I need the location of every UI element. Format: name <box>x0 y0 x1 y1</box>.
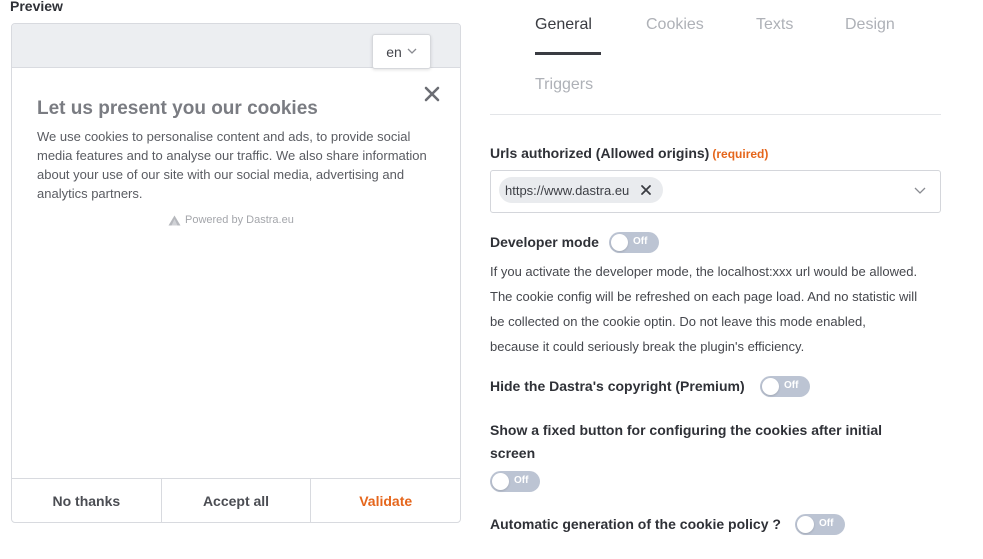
powered-by-label: Powered by Dastra.eu <box>185 214 294 226</box>
chevron-down-icon[interactable] <box>914 187 926 195</box>
toggle-state: Off <box>633 236 648 247</box>
developer-mode-label: Developer mode <box>490 234 599 250</box>
remove-url-icon[interactable] <box>639 183 653 197</box>
urls-multiselect[interactable]: https://www.dastra.eu <box>490 170 941 213</box>
url-chip-label: https://www.dastra.eu <box>505 182 630 198</box>
tab-design[interactable]: Design <box>845 16 895 34</box>
tab-texts[interactable]: Texts <box>756 16 793 34</box>
help-line: because it could seriously break the plu… <box>490 339 805 354</box>
developer-mode-help: If you activate the developer mode, the … <box>490 259 950 359</box>
hide-copyright-toggle[interactable]: Off <box>760 376 810 397</box>
urls-label: Urls authorized (Allowed origins) (requir… <box>490 145 768 161</box>
tab-general[interactable]: General <box>535 16 592 34</box>
chevron-down-icon <box>407 48 417 54</box>
preview-frame: en Let us present you our cookies We use… <box>11 23 461 523</box>
auto-policy-toggle[interactable]: Off <box>795 514 845 535</box>
tabs-divider <box>490 114 941 115</box>
banner-button-bar: No thanks Accept all Validate <box>12 478 460 522</box>
tab-cookies[interactable]: Cookies <box>646 16 704 34</box>
close-icon[interactable] <box>422 84 442 104</box>
toggle-state: Off <box>514 475 529 486</box>
fixed-button-toggle[interactable]: Off <box>490 471 540 492</box>
toggle-state: Off <box>784 380 799 391</box>
active-tab-indicator <box>535 52 601 55</box>
toggle-knob <box>611 234 628 251</box>
urls-label-text: Urls authorized (Allowed origins) <box>490 145 710 161</box>
auto-policy-label: Automatic generation of the cookie polic… <box>490 516 781 532</box>
fixed-button-label-cont: screen <box>490 445 536 461</box>
required-marker: (required) <box>712 147 769 161</box>
language-select[interactable]: en <box>372 34 431 69</box>
fixed-button-label: Show a fixed button for configuring the … <box>490 422 883 438</box>
developer-mode-toggle[interactable]: Off <box>609 232 659 253</box>
powered-by[interactable]: Powered by Dastra.eu <box>168 214 294 226</box>
toggle-knob <box>492 473 509 490</box>
toggle-state: Off <box>819 518 834 529</box>
preview-heading: Preview <box>10 0 63 14</box>
dastra-logo-icon <box>168 215 181 225</box>
hide-copyright-label: Hide the Dastra's copyright (Premium) <box>490 378 745 394</box>
help-line: The cookie config will be refreshed on e… <box>490 289 918 304</box>
url-chip: https://www.dastra.eu <box>499 177 664 203</box>
tab-triggers[interactable]: Triggers <box>535 76 593 94</box>
accept-all-button[interactable]: Accept all <box>162 479 312 522</box>
validate-button[interactable]: Validate <box>311 479 460 522</box>
help-line: If you activate the developer mode, the … <box>490 264 918 279</box>
toggle-knob <box>797 516 814 533</box>
help-line: be collected on the cookie optin. Do not… <box>490 314 866 329</box>
banner-text: We use cookies to personalise content an… <box>37 129 427 201</box>
banner-title: Let us present you our cookies <box>37 98 318 119</box>
toggle-knob <box>762 378 779 395</box>
no-thanks-button[interactable]: No thanks <box>12 479 162 522</box>
language-value: en <box>386 43 402 60</box>
